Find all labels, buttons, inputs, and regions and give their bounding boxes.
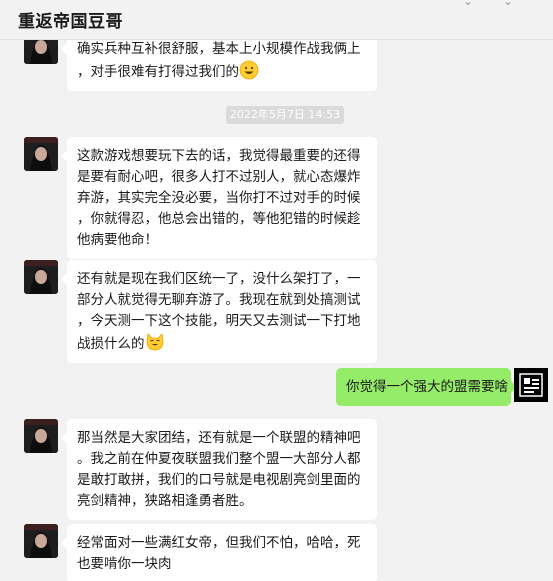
contact-avatar[interactable] (24, 524, 58, 558)
message-line: 那当然是大家团结，还有就是一个联盟的精神吧 (77, 430, 361, 446)
timestamp-badge: 2022年5月7日 14:53 (226, 106, 344, 124)
contact-avatar[interactable] (24, 419, 58, 453)
chat-title: 重返帝国豆哥 (18, 12, 123, 32)
message-line: ，对手很难有打得过我们的 (77, 64, 239, 80)
message-line: 他病要他命！ (77, 232, 158, 248)
message-line: 还有就是现在我们区统一了，没什么架打了，一 (77, 271, 361, 287)
contact-avatar[interactable] (24, 260, 58, 294)
header-more-icon[interactable]: ⌄ (463, 0, 473, 8)
message-line: 是要有耐心吧，很多人打不过别人，就心态爆炸 (77, 169, 361, 185)
message-line: 是敢打敢拼，我们的口号就是电视剧亮剑里面的 (77, 472, 361, 488)
grinning-face-emoji (239, 60, 259, 80)
message-line: 亮剑精神，狭路相逢勇者胜。 (77, 493, 253, 509)
message-line: ，你就得忍，他总会出错的，等他犯错的时候趁 (77, 211, 361, 227)
message-line: 战损什么的 (77, 336, 145, 352)
message-bubble: 还有就是现在我们区统一了，没什么架打了，一 部分人就觉得无聊弃游了。我现在就到处… (61, 260, 377, 363)
header-menu-icon[interactable]: ⌄ (503, 0, 513, 8)
message-bubble: 经常面对一些满红女帝，但我们不怕，哈哈，死 也要啃你一块肉 (61, 524, 377, 581)
message-bubble: 这款游戏想要玩下去的话，我觉得最重要的还得 是要有耐心吧，很多人打不过别人，就心… (61, 137, 377, 259)
message-line: 经常面对一些满红女帝，但我们不怕，哈哈，死 (77, 535, 361, 551)
contact-avatar[interactable] (24, 137, 58, 171)
message-line: 弃游，其实完全没必要，当你打不过对手的时候 (77, 190, 361, 206)
chat-window: 确实兵种互补很舒服，基本上小规模作战我俩上 ，对手很难有打得过我们的 重返帝国豆… (0, 0, 553, 581)
cat-face-emoji (146, 333, 163, 351)
message-line: 这款游戏想要玩下去的话，我觉得最重要的还得 (77, 148, 361, 164)
message-line: 确实兵种互补很舒服，基本上小规模作战我俩上 (77, 41, 361, 57)
chat-header: 重返帝国豆哥 ⌄ ⌄ (0, 0, 553, 40)
my-avatar[interactable] (514, 368, 548, 402)
message-line: 也要啃你一块肉 (77, 556, 172, 572)
message-line: 部分人就觉得无聊弃游了。我现在就到处搞测试 (77, 292, 361, 308)
outgoing-message-bubble: 你觉得一个强大的盟需要啥 (336, 368, 517, 406)
message-line: 你觉得一个强大的盟需要啥 (346, 379, 508, 395)
message-line: ，今天测一下这个技能，明天又去测试一下打地 (77, 313, 361, 329)
message-bubble: 那当然是大家团结，还有就是一个联盟的精神吧 。我之前在仲夏夜联盟我们整个盟一大部… (61, 419, 377, 520)
message-line: 。我之前在仲夏夜联盟我们整个盟一大部分人都 (77, 451, 361, 467)
